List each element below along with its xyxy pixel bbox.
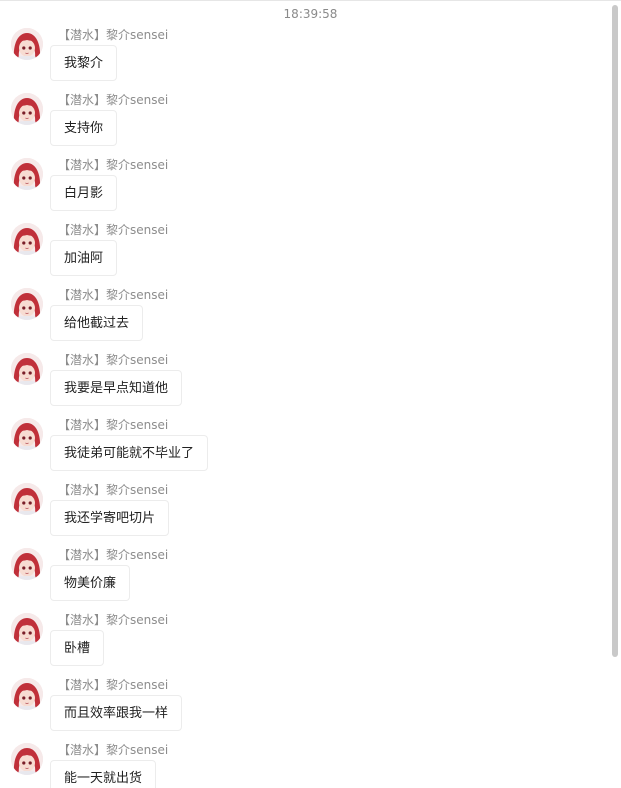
sender-name[interactable]: 【潜水】黎介sensei	[58, 156, 168, 173]
avatar-icon[interactable]	[11, 613, 43, 645]
message-row: 【潜水】黎介sensei 而且效率跟我一样	[0, 674, 609, 739]
message-row: 【潜水】黎介sensei 物美价廉	[0, 544, 609, 609]
avatar-icon[interactable]	[11, 93, 43, 125]
message-row: 【潜水】黎介sensei 加油阿	[0, 219, 609, 284]
sender-name[interactable]: 【潜水】黎介sensei	[58, 416, 168, 433]
message-bubble[interactable]: 我要是早点知道他	[50, 370, 183, 406]
avatar-icon[interactable]	[11, 353, 43, 385]
vertical-scrollbar[interactable]	[612, 5, 618, 657]
message-bubble[interactable]: 能一天就出货	[50, 760, 157, 788]
sender-name[interactable]: 【潜水】黎介sensei	[58, 676, 168, 693]
message-row: 【潜水】黎介sensei 我要是早点知道他	[0, 349, 609, 414]
sender-name[interactable]: 【潜水】黎介sensei	[58, 741, 168, 758]
sender-name[interactable]: 【潜水】黎介sensei	[58, 611, 168, 628]
message-list: 【潜水】黎介sensei 我黎介 【潜水】黎介sensei 支持你 【潜水】黎介…	[0, 24, 609, 788]
message-row: 【潜水】黎介sensei 给他截过去	[0, 284, 609, 349]
avatar-icon[interactable]	[11, 223, 43, 255]
message-row: 【潜水】黎介sensei 我黎介	[0, 24, 609, 89]
avatar-icon[interactable]	[11, 418, 43, 450]
message-row: 【潜水】黎介sensei 卧槽	[0, 609, 609, 674]
sender-name[interactable]: 【潜水】黎介sensei	[58, 481, 168, 498]
message-row: 【潜水】黎介sensei 能一天就出货	[0, 739, 609, 788]
message-bubble[interactable]: 卧槽	[50, 630, 105, 666]
sender-name[interactable]: 【潜水】黎介sensei	[58, 221, 168, 238]
message-row: 【潜水】黎介sensei 支持你	[0, 89, 609, 154]
sender-name[interactable]: 【潜水】黎介sensei	[58, 546, 168, 563]
message-bubble[interactable]: 我徒弟可能就不毕业了	[50, 435, 209, 471]
sender-name[interactable]: 【潜水】黎介sensei	[58, 91, 168, 108]
sender-name[interactable]: 【潜水】黎介sensei	[58, 351, 168, 368]
message-bubble[interactable]: 加油阿	[50, 240, 118, 276]
chat-window: 18:39:58 【潜水】黎介sensei 我黎介 【潜水】黎介sensei 支…	[0, 0, 621, 788]
avatar-icon[interactable]	[11, 483, 43, 515]
avatar-icon[interactable]	[11, 678, 43, 710]
message-row: 【潜水】黎介sensei 我还学寄吧切片	[0, 479, 609, 544]
message-bubble[interactable]: 物美价廉	[50, 565, 131, 601]
message-bubble[interactable]: 白月影	[50, 175, 118, 211]
avatar-icon[interactable]	[11, 28, 43, 60]
message-bubble[interactable]: 我还学寄吧切片	[50, 500, 170, 536]
message-timestamp: 18:39:58	[283, 7, 338, 21]
message-row: 【潜水】黎介sensei 白月影	[0, 154, 609, 219]
sender-name[interactable]: 【潜水】黎介sensei	[58, 286, 168, 303]
message-bubble[interactable]: 我黎介	[50, 45, 118, 81]
sender-name[interactable]: 【潜水】黎介sensei	[58, 26, 168, 43]
message-bubble[interactable]: 给他截过去	[50, 305, 144, 341]
avatar-icon[interactable]	[11, 288, 43, 320]
message-bubble[interactable]: 而且效率跟我一样	[50, 695, 183, 731]
message-bubble[interactable]: 支持你	[50, 110, 118, 146]
avatar-icon[interactable]	[11, 548, 43, 580]
avatar-icon[interactable]	[11, 158, 43, 190]
message-row: 【潜水】黎介sensei 我徒弟可能就不毕业了	[0, 414, 609, 479]
avatar-icon[interactable]	[11, 743, 43, 775]
